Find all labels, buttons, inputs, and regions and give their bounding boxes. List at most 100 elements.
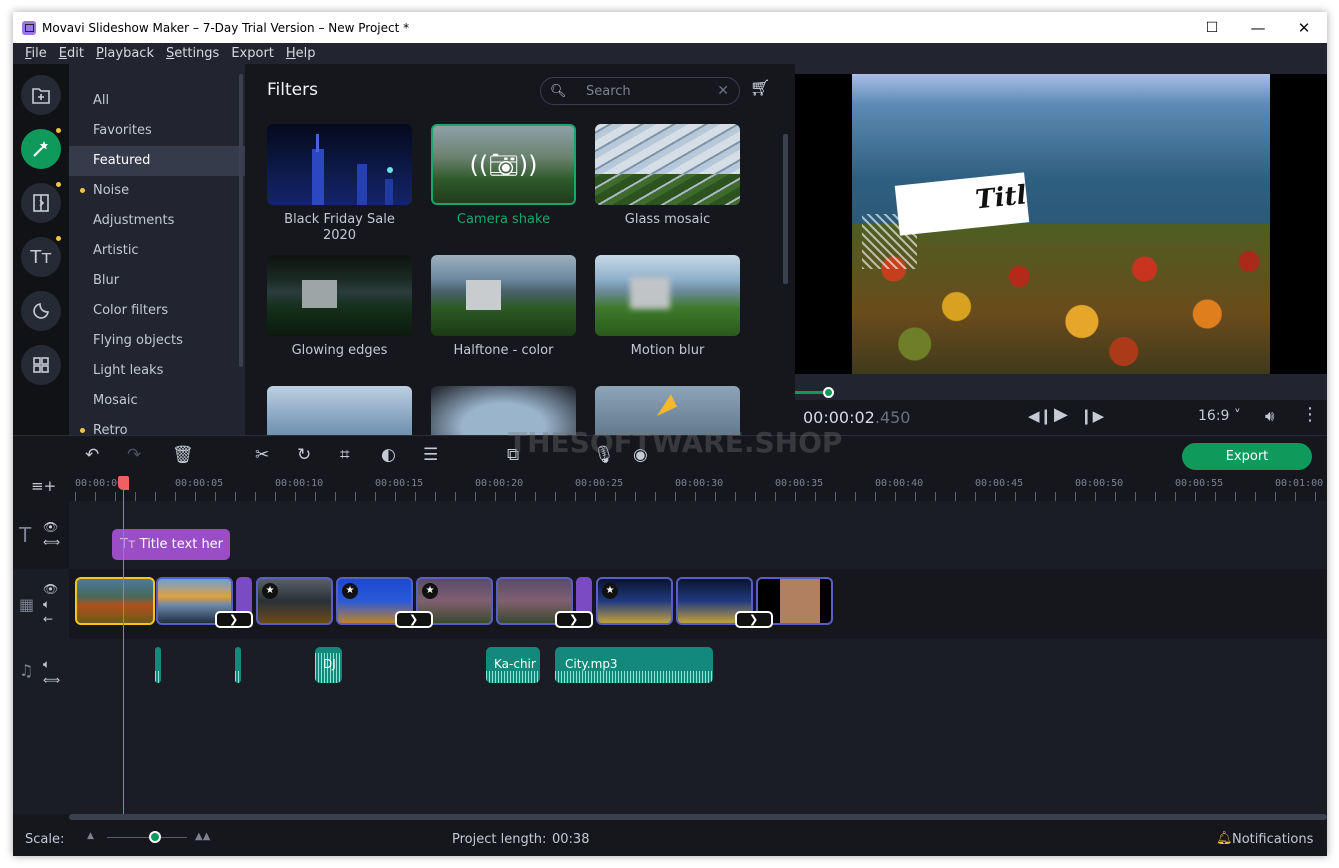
next-frame-button[interactable]: ❙▶ <box>1080 407 1104 425</box>
transition-marker[interactable]: ❯ <box>555 611 593 628</box>
category-label: Flying objects <box>93 333 183 348</box>
category-retro[interactable]: Retro <box>69 416 245 435</box>
category-light-leaks[interactable]: Light leaks <box>69 356 245 386</box>
visibility-icon[interactable]: 👁︎ <box>43 582 58 596</box>
volume-icon[interactable]: 🔈︎ <box>43 657 50 672</box>
store-cart-icon[interactable]: 🛒︎ <box>750 78 770 97</box>
link-icon[interactable]: ⟺ <box>43 535 60 549</box>
delete-button[interactable]: 🗑︎ <box>172 445 194 465</box>
menu-edit[interactable]: Edit <box>53 43 90 64</box>
seek-handle[interactable] <box>823 387 835 398</box>
search-field[interactable]: 🔍︎ Search ✕ <box>540 77 740 105</box>
filter-tile[interactable] <box>267 386 412 435</box>
color-adjust-button[interactable]: ◐ <box>381 445 396 465</box>
filter-tile-selected[interactable]: ((📷︎)) Camera shake <box>431 124 576 228</box>
aspect-ratio-dropdown[interactable]: 16:9 ˅ <box>1198 408 1241 424</box>
menu-file[interactable]: File <box>13 43 53 64</box>
crop-button[interactable]: ⌗ <box>340 445 350 465</box>
audio-clip[interactable] <box>235 647 241 683</box>
category-label: Artistic <box>93 243 139 258</box>
notifications-link[interactable]: Notifications <box>1232 832 1313 847</box>
play-button[interactable]: ▶ <box>1054 404 1068 425</box>
menu-export[interactable]: Export <box>225 43 280 64</box>
arrow-left-icon[interactable]: ← <box>43 612 53 626</box>
playhead-handle[interactable] <box>118 476 129 490</box>
filter-tile[interactable]: Glowing edges <box>267 255 412 359</box>
video-clip[interactable]: ★ <box>256 577 333 625</box>
filter-tile[interactable]: Glass mosaic <box>595 124 740 228</box>
rotate-button[interactable]: ↻ <box>297 445 311 465</box>
scale-slider-handle[interactable] <box>149 831 161 843</box>
transitions-icon <box>33 194 49 212</box>
video-clip[interactable]: ★ <box>596 577 673 625</box>
category-artistic[interactable]: Artistic <box>69 236 245 266</box>
scale-slider[interactable] <box>107 837 187 838</box>
menu-playback[interactable]: Playback <box>90 43 160 64</box>
timeline-scrollbar[interactable] <box>69 814 1327 820</box>
video-clip-selected[interactable] <box>75 577 155 625</box>
menu-settings[interactable]: Settings <box>160 43 225 64</box>
volume-button[interactable]: 🔊︎ <box>1265 407 1274 425</box>
title-clip[interactable]: Tт Title text her <box>112 529 230 560</box>
undo-button[interactable]: ↶ <box>85 445 99 465</box>
category-all[interactable]: All <box>69 86 245 116</box>
more-options-button[interactable]: ⋮ <box>1301 404 1319 425</box>
category-featured[interactable]: Featured <box>69 146 245 176</box>
split-button[interactable]: ✂ <box>255 445 269 465</box>
timeline-ruler[interactable]: ≡+ 00:00:00 00:00:05 00:00:10 00:00:15 0… <box>13 477 1327 501</box>
zoom-out-icon[interactable]: ▲ <box>87 831 94 841</box>
import-button[interactable] <box>21 75 61 115</box>
maximize-button[interactable]: ☐ <box>1189 12 1235 43</box>
audio-clip[interactable]: City.mp3 <box>555 647 713 683</box>
ruler-label: 00:00:45 <box>975 478 1024 489</box>
tool-rail: Tт <box>13 64 69 435</box>
next-frame-icon: ❙▶ <box>1080 407 1105 425</box>
mute-icon[interactable]: 🔈︎ <box>43 597 50 612</box>
transition-marker[interactable]: ❯ <box>395 611 433 628</box>
category-mosaic[interactable]: Mosaic <box>69 386 245 416</box>
filter-tile[interactable]: Motion blur <box>595 255 740 359</box>
titles-button[interactable]: Tт <box>21 237 61 277</box>
transition-marker[interactable]: ❯ <box>735 611 773 628</box>
prev-frame-button[interactable]: ◀❙ <box>1028 407 1052 425</box>
clip-properties-button[interactable]: ☰ <box>423 445 438 465</box>
project-length-value: 00:38 <box>552 832 590 847</box>
minimize-button[interactable]: — <box>1235 12 1281 43</box>
category-color-filters[interactable]: Color filters <box>69 296 245 326</box>
clear-search-icon[interactable]: ✕ <box>717 83 729 99</box>
category-flying-objects[interactable]: Flying objects <box>69 326 245 356</box>
transition-marker[interactable]: ❯ <box>215 611 253 628</box>
audio-clip[interactable] <box>155 647 161 683</box>
title-track-icon: T <box>19 523 32 547</box>
category-adjustments[interactable]: Adjustments <box>69 206 245 236</box>
menu-help[interactable]: Help <box>280 43 322 64</box>
new-badge <box>56 182 61 187</box>
bell-icon[interactable]: 🔔︎ <box>1216 831 1233 846</box>
playback-seek-bar[interactable] <box>795 374 1327 400</box>
audio-clip[interactable]: Ka-chir <box>486 647 540 683</box>
add-track-button[interactable]: ≡+ <box>31 477 56 495</box>
stickers-button[interactable] <box>21 291 61 331</box>
redo-button[interactable]: ↷ <box>127 445 141 465</box>
more-tools-button[interactable] <box>21 345 61 385</box>
filter-tile[interactable]: Halftone - color <box>431 255 576 359</box>
export-button[interactable]: Export <box>1182 443 1312 470</box>
audio-clip[interactable]: DJ <box>315 647 342 683</box>
category-scrollbar[interactable] <box>239 74 243 367</box>
zoom-in-icon[interactable]: ▲▲ <box>195 831 210 842</box>
close-button[interactable]: ✕ <box>1281 12 1327 43</box>
filters-scrollbar[interactable] <box>783 134 788 284</box>
filters-button[interactable] <box>21 129 61 169</box>
transitions-button[interactable] <box>21 183 61 223</box>
star-icon: ★ <box>422 583 438 599</box>
unlink-icon[interactable]: ⟺ <box>43 673 60 687</box>
ruler-label: 00:00:15 <box>375 478 424 489</box>
search-input[interactable]: Search <box>586 84 717 99</box>
filter-label: Halftone - color <box>453 343 554 358</box>
category-favorites[interactable]: Favorites <box>69 116 245 146</box>
category-noise[interactable]: Noise <box>69 176 245 206</box>
playhead[interactable] <box>123 484 124 814</box>
visibility-icon[interactable]: 👁︎ <box>43 520 58 534</box>
filter-tile[interactable]: Black Friday Sale 2020 <box>267 124 412 244</box>
category-blur[interactable]: Blur <box>69 266 245 296</box>
